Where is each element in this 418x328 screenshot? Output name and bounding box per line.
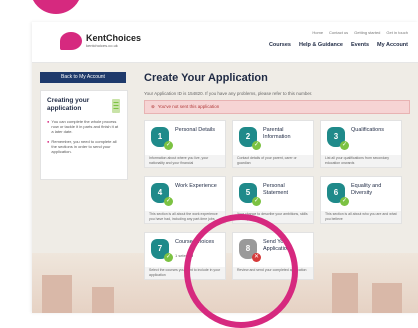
tile-equality-diversity[interactable]: 6 ✓ Equality and Diversity This section i…	[320, 176, 402, 224]
checklist-icon	[112, 99, 120, 113]
step-badge: 6 ✓	[327, 183, 349, 206]
tile-description: This section is all about who you are an…	[321, 211, 401, 223]
logo-subtitle: kentchoices.co.uk	[86, 43, 118, 48]
sidebar-info-card: Creating your application ● You can compl…	[40, 90, 128, 180]
sidebar-bullet: You can complete the whole process now o…	[51, 119, 119, 134]
tile-title: Qualifications	[351, 127, 385, 133]
sidebar-title: Creating your application	[47, 97, 90, 112]
sidebar-bullets: ● You can complete the whole process now …	[47, 119, 121, 159]
check-icon: ✓	[340, 197, 349, 206]
tile-parental-information[interactable]: 2 ✓ Parental Information Contact details …	[232, 120, 314, 168]
decorative-circle	[30, 0, 82, 14]
tile-work-experience[interactable]: 4 ✓ Work Experience This section is all a…	[144, 176, 226, 224]
alert-text: You've not sent this application	[157, 104, 220, 109]
alert-icon: ⊗	[151, 104, 155, 109]
main-nav: Courses Help & Guidance Events My Accoun…	[269, 42, 408, 48]
tile-description: List all your qualifications from second…	[321, 155, 401, 167]
check-icon: ✓	[164, 197, 173, 206]
step-badge: 2 ✓	[239, 127, 261, 150]
tile-personal-details[interactable]: 1 ✓ Personal Details Information about wh…	[144, 120, 226, 168]
tile-title: Work Experience	[175, 183, 217, 189]
tile-qualifications[interactable]: 3 ✓ Qualifications List all your qualific…	[320, 120, 402, 168]
tile-title: Personal Statement	[263, 183, 289, 196]
check-icon: ✓	[340, 141, 349, 150]
step-badge: 5 ✓	[239, 183, 261, 206]
sidebar-bullet: Remember, you need to complete all the s…	[51, 139, 117, 154]
util-link-home[interactable]: Home	[312, 30, 323, 35]
nav-help-guidance[interactable]: Help & Guidance	[299, 42, 343, 48]
highlight-ring	[184, 214, 298, 328]
back-to-my-account-button[interactable]: Back to My Account	[40, 72, 126, 83]
application-id-line: Your Application ID is 154820. If you ha…	[144, 91, 313, 96]
check-icon: ✓	[164, 253, 173, 262]
util-link-getting-started[interactable]: Getting started	[354, 30, 380, 35]
utility-links: Home Contact us Getting started Get in t…	[312, 30, 408, 35]
util-link-contact[interactable]: Contact us	[329, 30, 348, 35]
tile-description: Contact details of your parent, carer or…	[233, 155, 313, 167]
kentchoices-logo[interactable]: KentChoices kentchoices.co.uk	[60, 32, 141, 50]
nav-courses[interactable]: Courses	[269, 42, 291, 48]
not-sent-alert: ⊗ You've not sent this application	[144, 100, 410, 114]
tile-description: Information about where you live, your n…	[145, 155, 225, 167]
logo-name: KentChoices	[86, 33, 142, 43]
step-badge: 1 ✓	[151, 127, 173, 150]
logo-mark-icon	[60, 32, 82, 50]
step-badge: 3 ✓	[327, 127, 349, 150]
site-header: KentChoices kentchoices.co.uk Home Conta…	[32, 22, 418, 63]
tile-title: Equality and Diversity	[351, 183, 382, 196]
nav-my-account[interactable]: My Account	[377, 42, 408, 48]
tile-title: Parental Information	[263, 127, 291, 140]
page-title: Create Your Application	[144, 72, 268, 84]
step-badge: 7 ✓	[151, 239, 173, 262]
tile-title: Personal Details	[175, 127, 216, 133]
nav-events[interactable]: Events	[351, 42, 369, 48]
check-icon: ✓	[252, 141, 261, 150]
check-icon: ✓	[252, 197, 261, 206]
util-link-get-in-touch[interactable]: Get in touch	[386, 30, 408, 35]
step-badge: 4 ✓	[151, 183, 173, 206]
check-icon: ✓	[164, 141, 173, 150]
